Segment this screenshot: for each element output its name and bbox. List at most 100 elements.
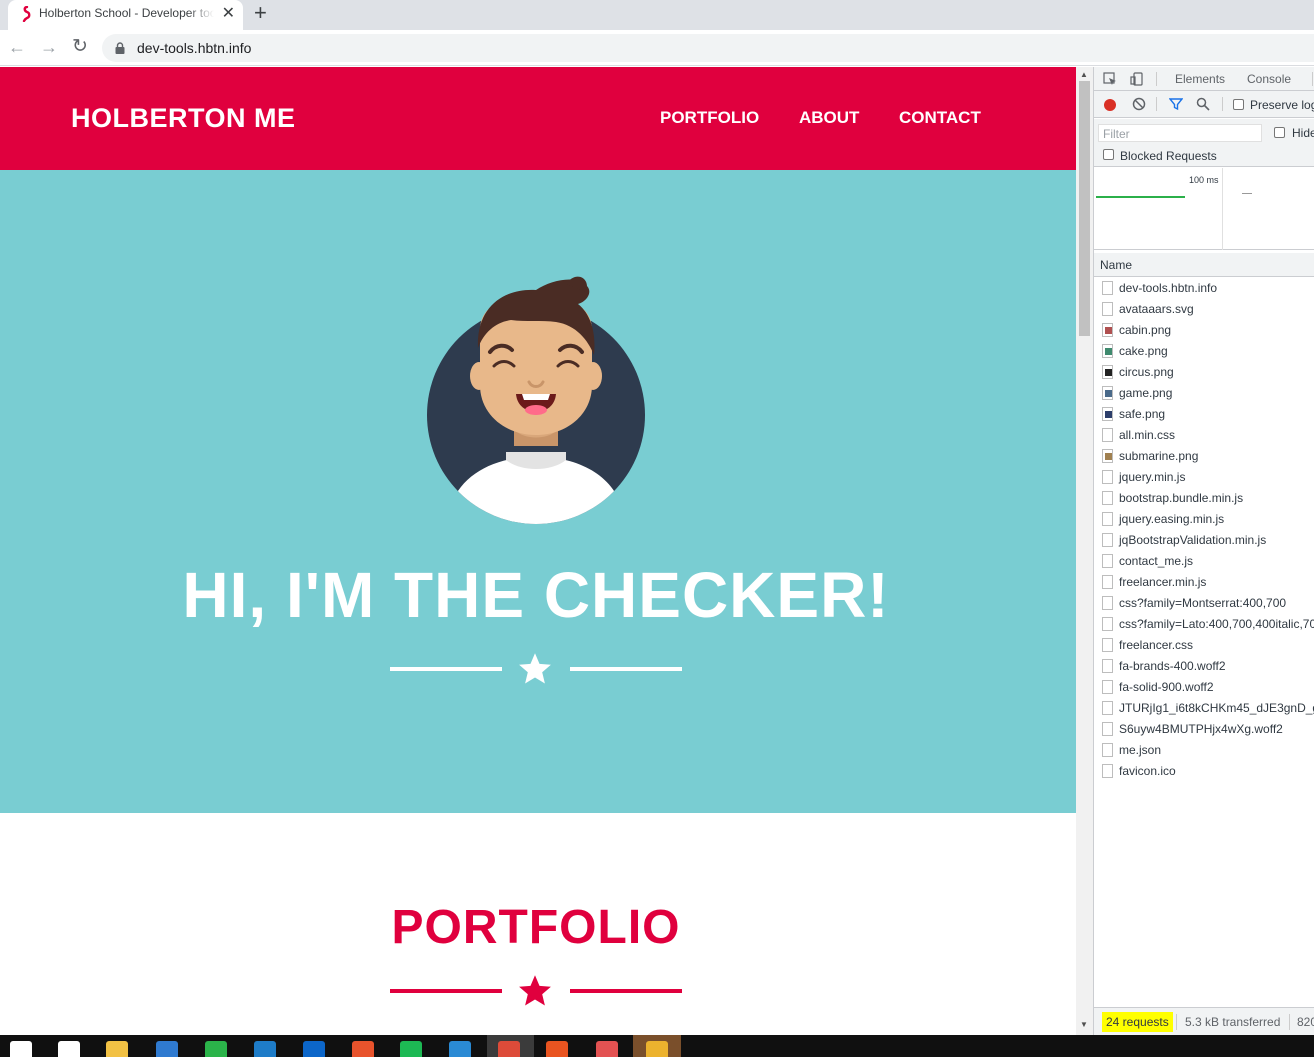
network-request-row[interactable]: safe.png bbox=[1094, 404, 1314, 425]
whatsapp-icon[interactable] bbox=[205, 1041, 227, 1057]
nav-link-contact[interactable]: CONTACT bbox=[899, 108, 981, 128]
filter-input[interactable]: Filter bbox=[1098, 124, 1262, 142]
hide-data-urls-checkbox[interactable] bbox=[1274, 127, 1285, 138]
network-request-row[interactable]: css?family=Lato:400,700,400italic,700 bbox=[1094, 614, 1314, 635]
document-file-icon bbox=[1102, 659, 1113, 673]
reload-button[interactable]: ↻ bbox=[72, 36, 88, 58]
new-tab-button[interactable]: + bbox=[254, 1, 267, 25]
tab-close-button[interactable]: ✕ bbox=[222, 4, 235, 24]
network-request-row[interactable]: contact_me.js bbox=[1094, 551, 1314, 572]
network-request-row[interactable]: all.min.css bbox=[1094, 425, 1314, 446]
network-request-row[interactable]: jqBootstrapValidation.min.js bbox=[1094, 530, 1314, 551]
toolbar-separator bbox=[1156, 72, 1157, 86]
browser-tab[interactable]: Holberton School - Developer tools ✕ bbox=[8, 0, 243, 30]
tab-console[interactable]: Console bbox=[1247, 72, 1291, 86]
document-file-icon bbox=[1102, 512, 1113, 526]
request-name: cake.png bbox=[1119, 344, 1168, 358]
request-name: cabin.png bbox=[1119, 323, 1172, 337]
status-separator bbox=[1176, 1014, 1177, 1030]
mail-icon[interactable] bbox=[156, 1041, 178, 1057]
image-file-icon bbox=[1102, 407, 1113, 421]
device-toolbar-icon[interactable] bbox=[1130, 72, 1144, 86]
network-request-row[interactable]: jquery.min.js bbox=[1094, 467, 1314, 488]
network-request-list: dev-tools.hbtn.info avataaars.svg cabin.pn… bbox=[1094, 278, 1314, 782]
preserve-log-checkbox[interactable] bbox=[1233, 99, 1244, 110]
network-request-row[interactable]: freelancer.min.js bbox=[1094, 572, 1314, 593]
tab-elements[interactable]: Elements bbox=[1175, 72, 1225, 86]
vscode-icon[interactable] bbox=[449, 1041, 471, 1057]
forward-button[interactable]: → bbox=[40, 36, 58, 58]
request-name: jqBootstrapValidation.min.js bbox=[1119, 533, 1267, 547]
network-request-row[interactable]: dev-tools.hbtn.info bbox=[1094, 278, 1314, 299]
nav-link-about[interactable]: ABOUT bbox=[799, 108, 859, 128]
request-name: css?family=Lato:400,700,400italic,700 bbox=[1119, 617, 1314, 631]
request-name: submarine.png bbox=[1119, 449, 1199, 463]
network-request-row[interactable]: freelancer.css bbox=[1094, 635, 1314, 656]
request-name: me.json bbox=[1119, 743, 1162, 757]
app-icon[interactable] bbox=[254, 1041, 276, 1057]
network-request-row[interactable]: css?family=Montserrat:400,700 bbox=[1094, 593, 1314, 614]
network-request-row[interactable]: bootstrap.bundle.min.js bbox=[1094, 488, 1314, 509]
request-name: all.min.css bbox=[1119, 428, 1176, 442]
file-explorer-icon[interactable] bbox=[106, 1041, 128, 1057]
column-name-header[interactable]: Name bbox=[1100, 258, 1132, 272]
portfolio-divider bbox=[390, 971, 682, 1011]
document-file-icon bbox=[1102, 554, 1113, 568]
trello-icon[interactable] bbox=[303, 1041, 325, 1057]
overview-marker bbox=[1242, 193, 1252, 194]
scroll-up-icon[interactable]: ▲ bbox=[1080, 70, 1088, 79]
scroll-thumb[interactable] bbox=[1079, 81, 1090, 336]
request-name: contact_me.js bbox=[1119, 554, 1194, 568]
task-view-icon[interactable] bbox=[58, 1041, 80, 1057]
resources-size: 820 bbox=[1297, 1015, 1314, 1029]
document-file-icon bbox=[1102, 428, 1113, 442]
chrome-icon[interactable] bbox=[498, 1041, 520, 1057]
network-request-row[interactable]: cabin.png bbox=[1094, 320, 1314, 341]
network-request-row[interactable]: circus.png bbox=[1094, 362, 1314, 383]
network-request-row[interactable]: game.png bbox=[1094, 383, 1314, 404]
clear-icon[interactable] bbox=[1132, 97, 1146, 111]
back-button[interactable]: ← bbox=[8, 36, 26, 58]
record-icon[interactable] bbox=[1104, 99, 1116, 111]
network-request-row[interactable]: jquery.easing.min.js bbox=[1094, 509, 1314, 530]
network-request-row[interactable]: S6uyw4BMUTPHjx4wXg.woff2 bbox=[1094, 719, 1314, 740]
network-request-row[interactable]: JTURjIg1_i6t8kCHKm45_dJE3gnD_g.woff2 bbox=[1094, 698, 1314, 719]
paint-icon[interactable] bbox=[596, 1041, 618, 1057]
transferred-size: 5.3 kB transferred bbox=[1185, 1015, 1281, 1029]
network-request-row[interactable]: fa-solid-900.woff2 bbox=[1094, 677, 1314, 698]
address-bar[interactable]: dev-tools.hbtn.info bbox=[102, 34, 1314, 62]
network-request-row[interactable]: fa-brands-400.woff2 bbox=[1094, 656, 1314, 677]
brave-icon[interactable] bbox=[352, 1041, 374, 1057]
web-page: HOLBERTON ME PORTFOLIO ABOUT CONTACT HI,… bbox=[0, 67, 1076, 1035]
site-brand[interactable]: HOLBERTON ME bbox=[71, 103, 296, 134]
document-file-icon bbox=[1102, 281, 1113, 295]
document-file-icon bbox=[1102, 596, 1113, 610]
spotify-icon[interactable] bbox=[400, 1041, 422, 1057]
svg-file-icon bbox=[1102, 302, 1113, 316]
nav-link-portfolio[interactable]: PORTFOLIO bbox=[660, 108, 759, 128]
windows-start-icon[interactable] bbox=[10, 1041, 32, 1057]
filter-icon[interactable] bbox=[1169, 97, 1183, 111]
browser-tab-strip: Holberton School - Developer tools ✕ + bbox=[0, 0, 1314, 30]
inspect-element-icon[interactable] bbox=[1103, 72, 1117, 86]
network-request-row[interactable]: cake.png bbox=[1094, 341, 1314, 362]
ubuntu-icon[interactable] bbox=[546, 1041, 568, 1057]
network-request-row[interactable]: favicon.ico bbox=[1094, 761, 1314, 782]
search-icon[interactable] bbox=[1196, 97, 1210, 111]
document-file-icon bbox=[1102, 764, 1113, 778]
blocked-requests-checkbox[interactable] bbox=[1103, 149, 1114, 160]
document-file-icon bbox=[1102, 638, 1113, 652]
filter-bar: Filter Hide Blocked Requests bbox=[1094, 119, 1314, 167]
page-scrollbar[interactable]: ▲ ▼ bbox=[1076, 67, 1093, 1035]
request-name: circus.png bbox=[1119, 365, 1174, 379]
network-request-row[interactable]: submarine.png bbox=[1094, 446, 1314, 467]
masthead: HI, I'M THE CHECKER! bbox=[0, 170, 1076, 813]
scroll-down-icon[interactable]: ▼ bbox=[1080, 1020, 1088, 1029]
network-request-row[interactable]: me.json bbox=[1094, 740, 1314, 761]
document-file-icon bbox=[1102, 491, 1113, 505]
network-request-row[interactable]: avataaars.svg bbox=[1094, 299, 1314, 320]
toolbar-separator bbox=[1312, 72, 1313, 86]
request-name: freelancer.css bbox=[1119, 638, 1194, 652]
slack-icon[interactable] bbox=[646, 1041, 668, 1057]
network-overview[interactable]: 100 ms bbox=[1094, 168, 1314, 250]
